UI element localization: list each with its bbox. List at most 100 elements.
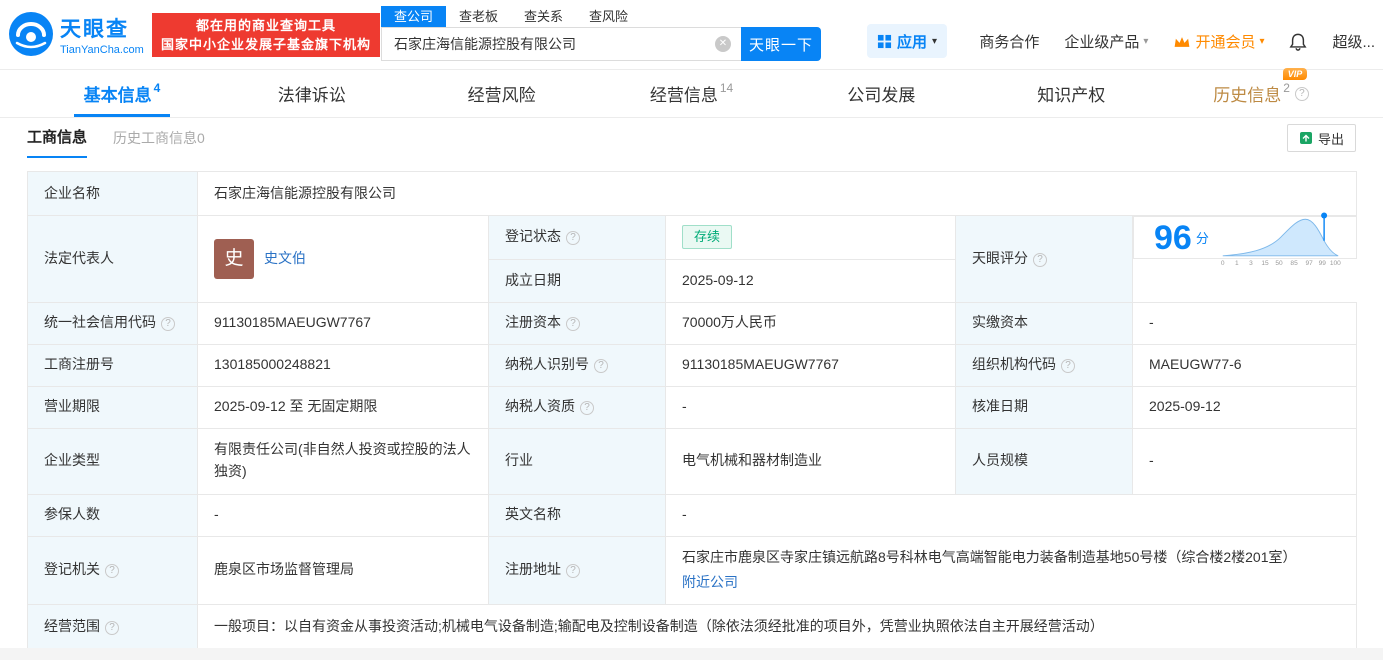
help-icon[interactable]	[1033, 252, 1047, 267]
help-icon[interactable]	[1294, 86, 1309, 101]
tab-basic-info-count: 4	[153, 80, 161, 95]
field-value-reg-capital: 70000万人民币	[665, 301, 956, 345]
field-value-business-term: 2025-09-12 至 无固定期限	[197, 385, 489, 429]
export-button-label: 导出	[1317, 131, 1344, 147]
help-icon[interactable]	[105, 564, 119, 579]
field-value-legal-rep: 史 史文伯	[197, 215, 489, 303]
tab-operation-info-count: 14	[719, 80, 734, 95]
field-label-org-code: 组织机构代码	[955, 343, 1133, 387]
field-value-credit-code: 91130185MAEUGW7767	[197, 301, 489, 345]
chevron-down-icon: ▾	[1259, 36, 1265, 47]
field-value-english-name: -	[665, 493, 1357, 537]
search-tabs: 查公司 查老板 查关系 查风险	[381, 6, 821, 27]
tab-company-development[interactable]: 公司发展	[786, 70, 976, 117]
tab-basic-info[interactable]: 基本信息 4	[27, 70, 217, 117]
tab-basic-info-label: 基本信息	[83, 86, 152, 105]
search-tab-company[interactable]: 查公司	[381, 6, 447, 27]
field-label-reg-status: 登记状态	[488, 215, 666, 260]
field-label-company-type: 企业类型	[27, 427, 198, 495]
nav-super-vip[interactable]: 超级...	[1332, 31, 1375, 52]
field-label-business-scope: 经营范围	[27, 603, 198, 651]
subtab-history-business-info-count: 0	[197, 130, 205, 146]
help-icon[interactable]	[105, 621, 119, 636]
field-label-paid-capital: 实缴资本	[955, 301, 1133, 345]
subtab-history-business-info-label: 历史工商信息	[113, 130, 198, 146]
tab-operation-info-label: 经营信息	[649, 86, 718, 105]
help-icon[interactable]	[566, 564, 580, 579]
field-value-reg-authority: 鹿泉区市场监督管理局	[197, 535, 489, 605]
svg-text:1: 1	[1235, 260, 1239, 267]
slogan-badge: 都在用的商业查询工具 国家中小企业发展子基金旗下机构	[152, 13, 381, 57]
nav-enterprise-products-label: 企业级产品	[1064, 34, 1140, 51]
search-tab-relation[interactable]: 查关系	[511, 6, 576, 27]
top-nav: 商务合作 企业级产品 ▾ 开通会员 ▾ 超级...	[979, 31, 1375, 52]
help-icon[interactable]	[1061, 359, 1075, 374]
search-tab-boss[interactable]: 查老板	[446, 6, 511, 27]
field-value-approval-date: 2025-09-12	[1132, 385, 1357, 429]
export-icon	[1299, 132, 1312, 144]
subtab-history-business-info[interactable]: 历史工商信息0	[113, 128, 205, 158]
legal-rep-avatar[interactable]: 史	[214, 238, 254, 279]
brand-domain: TianYanCha.com	[60, 43, 144, 56]
svg-text:50: 50	[1275, 260, 1283, 267]
field-label-insured-count: 参保人数	[27, 493, 198, 537]
tab-legal-proceedings-label: 法律诉讼	[277, 86, 346, 105]
svg-text:0: 0	[1221, 260, 1225, 267]
field-label-credit-code: 统一社会信用代码	[27, 301, 198, 345]
clear-search-icon[interactable]: ✕	[715, 36, 731, 52]
tab-intellectual-property[interactable]: 知识产权	[976, 70, 1166, 117]
subtab-business-info[interactable]: 工商信息	[27, 126, 88, 158]
tab-operation-risk-label: 经营风险	[467, 86, 536, 105]
svg-text:100: 100	[1330, 260, 1341, 267]
field-value-paid-capital: -	[1132, 301, 1357, 345]
brand-name: 天眼查	[60, 17, 129, 41]
help-icon[interactable]	[161, 317, 175, 332]
chevron-down-icon: ▾	[1143, 36, 1149, 47]
tab-legal-proceedings[interactable]: 法律诉讼	[217, 70, 407, 117]
tianyancha-logo-icon	[9, 12, 53, 56]
apps-menu[interactable]: 应用 ▾	[867, 24, 948, 58]
help-icon[interactable]	[594, 359, 608, 374]
search-input[interactable]	[381, 27, 741, 61]
field-label-score: 天眼评分	[955, 215, 1133, 303]
tab-history-info[interactable]: 历史信息 VIP 2	[1166, 68, 1356, 117]
score-value: 96	[1154, 218, 1192, 257]
row-company-type: 企业类型 有限责任公司(非自然人投资或控股的法人独资) 行业 电气机械和器材制造…	[27, 427, 1357, 495]
tab-operation-risk[interactable]: 经营风险	[407, 70, 597, 117]
tab-history-info-count: 2	[1283, 80, 1290, 95]
search-button[interactable]: 天眼一下	[741, 27, 821, 61]
legal-rep-name-link[interactable]: 史文伯	[264, 248, 306, 270]
field-label-reg-capital: 注册资本	[488, 301, 666, 345]
field-value-reg-address: 石家庄市鹿泉区寺家庄镇远航路8号科林电气高端智能电力装备制造基地50号楼（综合楼…	[665, 535, 1357, 605]
search-input-wrap: ✕	[381, 27, 741, 61]
score-distribution-chart: 0 1 3 15 50 85 97 99 100	[1221, 211, 1341, 267]
export-button[interactable]: 导出	[1286, 124, 1356, 152]
brand-text: 天眼查 TianYanCha.com	[60, 13, 144, 56]
row-reg-number: 工商注册号 130185000248821 纳税人识别号 91130185MAE…	[27, 343, 1357, 387]
help-icon[interactable]	[566, 231, 580, 246]
field-value-taxpayer-quality: -	[665, 385, 956, 429]
chevron-down-icon: ▾	[932, 35, 938, 47]
field-value-est-date: 2025-09-12	[665, 258, 956, 303]
help-icon[interactable]	[566, 317, 580, 332]
help-icon[interactable]	[580, 401, 594, 416]
crown-icon	[1175, 36, 1190, 47]
nav-enterprise-products[interactable]: 企业级产品 ▾	[1064, 31, 1148, 52]
nearby-companies-link[interactable]: 附近公司	[682, 574, 738, 590]
tianyancha-logo[interactable]: 天眼查 TianYanCha.com	[8, 11, 144, 57]
nav-business-cooperation[interactable]: 商务合作	[979, 31, 1039, 52]
nav-open-membership[interactable]: 开通会员 ▾	[1173, 31, 1264, 52]
notification-bell[interactable]	[1289, 32, 1308, 52]
field-label-reg-address: 注册地址	[488, 535, 666, 605]
apps-grid-icon	[877, 34, 892, 48]
vip-badge: VIP	[1282, 68, 1308, 80]
status-badge: 存续	[682, 225, 733, 250]
field-label-reg-authority: 登记机关	[27, 535, 198, 605]
field-label-staff-size: 人员规模	[955, 427, 1133, 495]
reg-address-text: 石家庄市鹿泉区寺家庄镇远航路8号科林电气高端智能电力装备制造基地50号楼（综合楼…	[682, 548, 1297, 565]
tab-operation-info[interactable]: 经营信息 14	[597, 70, 787, 117]
business-info-table: 企业名称 石家庄海信能源控股有限公司 法定代表人 史 史文伯 登记状态 存续 天…	[27, 171, 1357, 651]
tab-history-info-wrap: 历史信息 VIP	[1213, 68, 1308, 106]
row-business-scope: 经营范围 一般项目：以自有资金从事投资活动;机械电气设备制造;输配电及控制设备制…	[27, 603, 1357, 651]
search-tab-risk[interactable]: 查风险	[576, 6, 641, 27]
